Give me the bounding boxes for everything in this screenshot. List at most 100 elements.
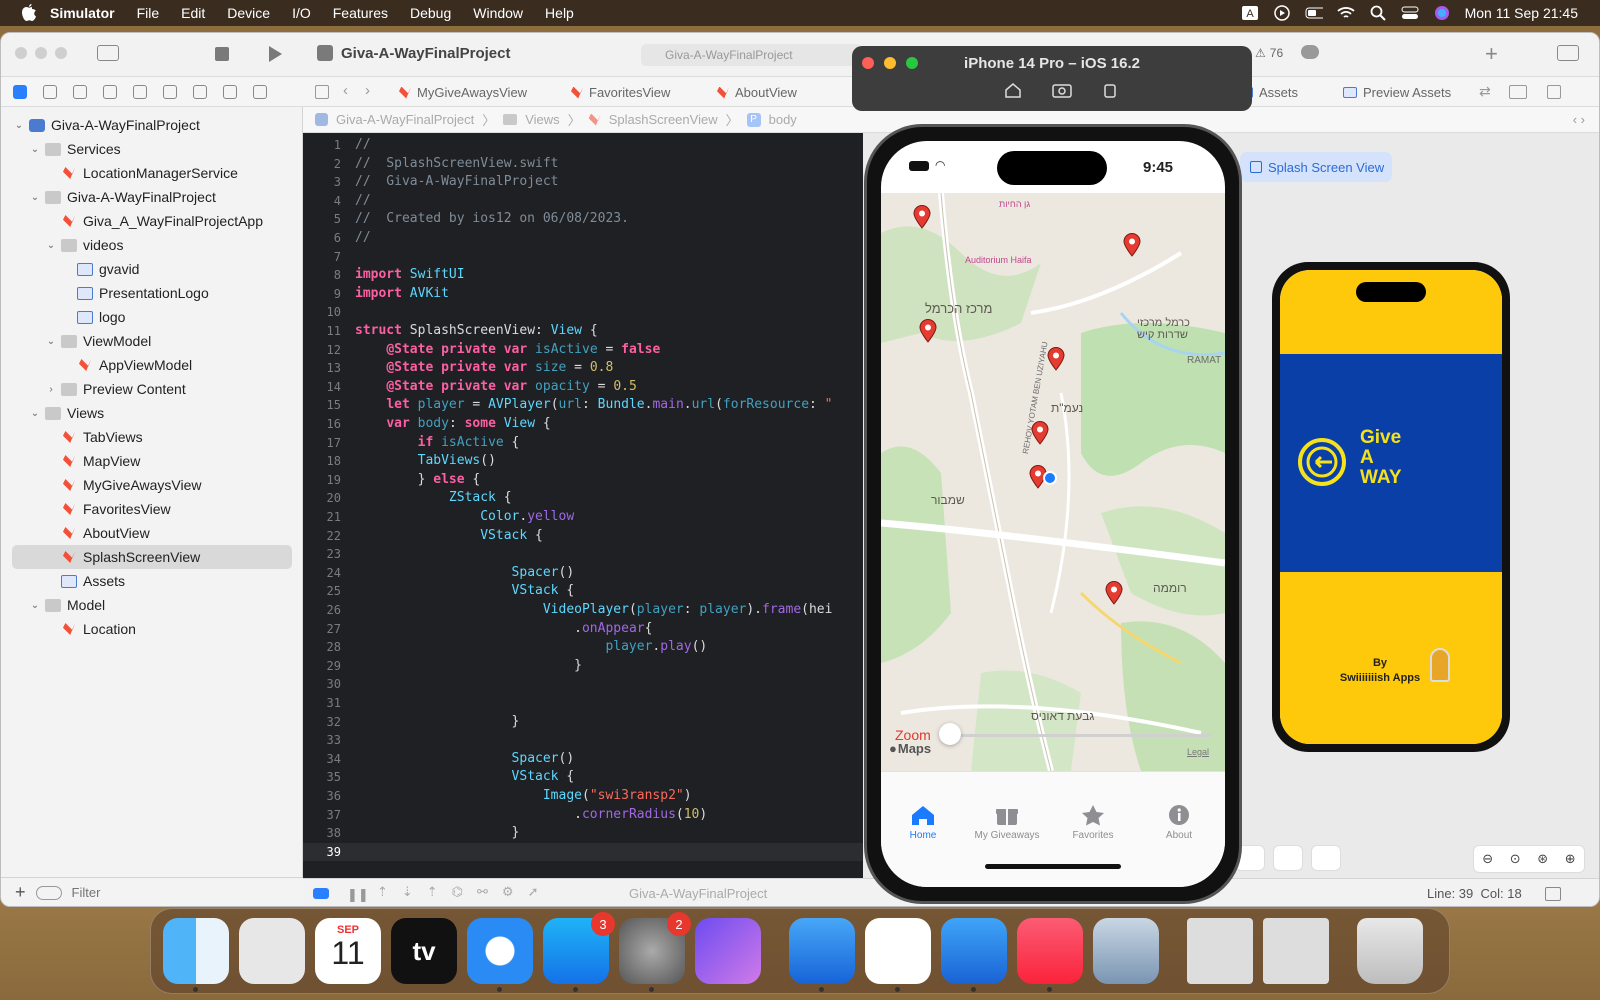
report-navigator-icon[interactable] — [253, 84, 267, 99]
zoom-slider-thumb[interactable] — [939, 723, 961, 745]
code-line[interactable]: VStack { — [355, 769, 575, 784]
variants-icon[interactable] — [1273, 845, 1303, 871]
navigator-item[interactable]: ⌄ ViewModel — [1, 329, 301, 353]
code-line[interactable]: import AVKit — [355, 286, 449, 301]
code-line[interactable]: .cornerRadius(10) — [355, 807, 707, 822]
tab-favoritesview[interactable]: FavoritesView — [571, 85, 670, 100]
code-line[interactable]: Spacer() — [355, 751, 575, 766]
project-navigator-icon[interactable] — [13, 84, 27, 99]
zoom-fit-icon[interactable]: ⊙ — [1510, 851, 1521, 867]
navigator-item[interactable]: › Preview Content — [1, 377, 301, 401]
preview-title-chip[interactable]: Splash Screen View — [1240, 152, 1392, 182]
disclosure-icon[interactable]: ⌄ — [45, 336, 57, 347]
menu-io[interactable]: I/O — [292, 5, 311, 21]
cloud-icon[interactable] — [1301, 45, 1319, 59]
code-line[interactable]: Spacer() — [355, 565, 575, 580]
tab-mygiveawaysview[interactable]: MyGiveAwaysView — [399, 85, 527, 100]
code-line[interactable]: struct SplashScreenView: View { — [355, 323, 598, 338]
debug-navigator-icon[interactable] — [193, 84, 207, 99]
apple-logo-icon[interactable] — [20, 4, 38, 22]
menu-window[interactable]: Window — [473, 5, 523, 21]
navigator-item[interactable]: logo — [1, 305, 301, 329]
preview-icon[interactable] — [1093, 918, 1159, 984]
sim-home-icon[interactable] — [1004, 82, 1022, 101]
navigator-item[interactable]: TabViews — [1, 425, 301, 449]
editor-options-icon[interactable] — [1509, 85, 1527, 99]
code-line[interactable]: } — [355, 825, 520, 840]
menu-app-name[interactable]: Simulator — [50, 5, 115, 21]
navigator-item[interactable]: MyGiveAwaysView — [1, 473, 301, 497]
code-line[interactable]: // — [355, 137, 371, 152]
battery-icon[interactable] — [1305, 6, 1323, 20]
debug-step-icons[interactable]: ⇡⇣⇡⌬⚯⚙➚ — [377, 884, 552, 900]
inspector-toggle-icon[interactable] — [1557, 45, 1579, 61]
test-navigator-icon[interactable] — [163, 84, 177, 99]
code-line[interactable]: VideoPlayer(player: player).frame(hei — [355, 602, 833, 617]
xcode-icon[interactable] — [789, 918, 855, 992]
now-playing-icon[interactable] — [1273, 5, 1291, 21]
disclosure-icon[interactable]: ⌄ — [29, 408, 41, 419]
navigator-item[interactable]: MapView — [1, 449, 301, 473]
code-line[interactable]: // Giva-A-WayFinalProject — [355, 174, 559, 189]
issue-navigator-icon[interactable] — [133, 84, 147, 99]
navigator-item[interactable]: ⌄ Model — [1, 593, 301, 617]
menu-debug[interactable]: Debug — [410, 5, 451, 21]
device-settings-icon[interactable] — [1311, 845, 1341, 871]
jump-symbol[interactable]: body — [769, 112, 797, 127]
zoom-in-icon[interactable]: ⊕ — [1565, 851, 1576, 867]
zoom-window-button[interactable] — [55, 47, 67, 59]
tab-about[interactable]: About — [1139, 804, 1219, 841]
code-line[interactable]: // SplashScreenView.swift — [355, 156, 559, 171]
code-line[interactable]: import SwiftUI — [355, 267, 465, 282]
close-window-button[interactable] — [15, 47, 27, 59]
map-view[interactable]: מרכז הכרמל נעמ"ת שמבור רוממה גבעת דאוניס… — [881, 193, 1225, 771]
navigator-item[interactable]: AppViewModel — [1, 353, 301, 377]
home-indicator[interactable] — [985, 864, 1121, 869]
wifi-icon[interactable] — [1337, 6, 1355, 20]
navigator-item[interactable]: PresentationLogo — [1, 281, 301, 305]
navigator-item[interactable]: ⌄ Views — [1, 401, 301, 425]
run-icon[interactable] — [267, 45, 283, 66]
slack-icon[interactable] — [865, 918, 931, 992]
navigator-item[interactable]: ⌄ Services — [1, 137, 301, 161]
code-line[interactable]: ZStack { — [355, 490, 512, 505]
add-file-icon[interactable]: + — [15, 882, 26, 903]
menu-file[interactable]: File — [137, 5, 160, 21]
code-line[interactable]: @State private var opacity = 0.5 — [355, 379, 637, 394]
source-control-icon[interactable] — [43, 84, 57, 99]
pause-icon[interactable]: ❚❚ — [347, 887, 369, 903]
code-line[interactable]: // — [355, 230, 371, 245]
spotlight-icon[interactable] — [1369, 5, 1387, 21]
disclosure-icon[interactable]: ⌄ — [29, 192, 41, 203]
find-navigator-icon[interactable] — [103, 84, 117, 99]
tv-icon[interactable]: tv — [391, 918, 457, 984]
navigator-item[interactable]: FavoritesView — [1, 497, 301, 521]
forward-icon[interactable]: › — [365, 82, 370, 99]
warnings-indicator[interactable]: ⚠ 76 — [1255, 46, 1283, 60]
disclosure-icon[interactable]: ⌄ — [13, 120, 25, 131]
breakpoint-navigator-icon[interactable] — [223, 84, 237, 99]
scheme-selector[interactable]: Giva-A-WayFinalProject — [641, 44, 861, 66]
zoom-out-icon[interactable]: ⊖ — [1482, 851, 1493, 867]
navigator-item[interactable]: Assets — [1, 569, 301, 593]
navigator-item[interactable]: gvavid — [1, 257, 301, 281]
code-line[interactable]: } — [355, 658, 582, 673]
tab-aboutview[interactable]: AboutView — [717, 85, 797, 100]
code-line[interactable]: .onAppear{ — [355, 621, 652, 636]
zoom-slider-track[interactable] — [941, 734, 1211, 737]
map-pin-icon[interactable] — [919, 319, 937, 343]
settings-icon[interactable]: 2 — [619, 912, 691, 992]
legal-link[interactable]: Legal — [1187, 747, 1209, 757]
swap-icon[interactable]: ⇄ — [1479, 83, 1491, 100]
symbol-navigator-icon[interactable] — [73, 84, 87, 99]
code-line[interactable]: if isActive { — [355, 435, 520, 450]
menu-features[interactable]: Features — [333, 5, 388, 21]
tab-home[interactable]: Home — [883, 804, 963, 841]
input-source-icon[interactable]: A — [1241, 6, 1259, 20]
tab-favorites[interactable]: Favorites — [1053, 804, 1133, 841]
code-line[interactable]: let player = AVPlayer(url: Bundle.main.u… — [355, 397, 832, 412]
sidebar-toggle-icon[interactable] — [97, 45, 119, 61]
add-editor-icon[interactable] — [1547, 85, 1561, 99]
navigator-item[interactable]: ⌄ Giva-A-WayFinalProject — [1, 113, 301, 137]
appstore-icon[interactable]: 3 — [543, 912, 615, 992]
